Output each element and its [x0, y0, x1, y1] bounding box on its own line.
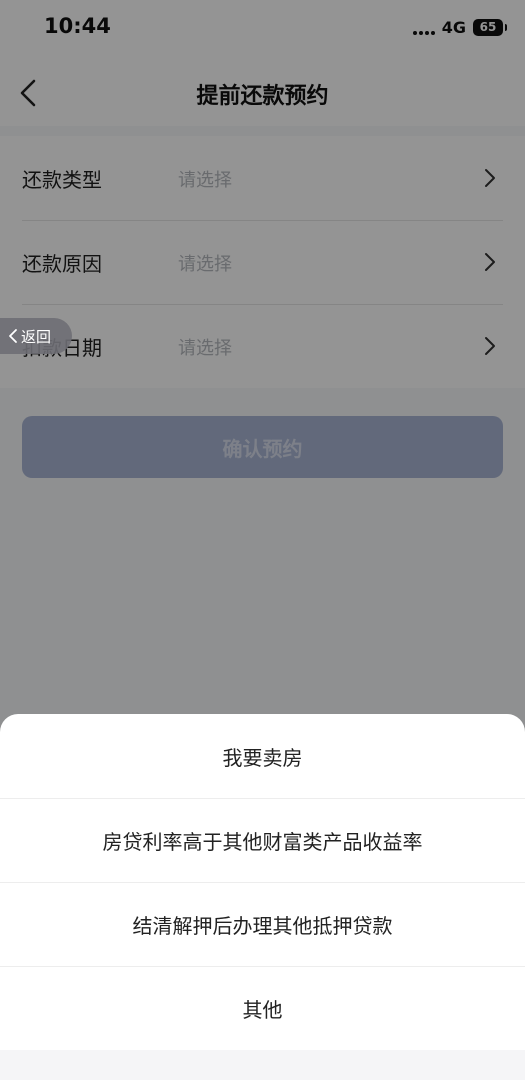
sheet-option-rate-higher[interactable]: 房贷利率高于其他财富类产品收益率 — [0, 798, 525, 882]
sheet-option-other[interactable]: 其他 — [0, 966, 525, 1050]
chevron-left-icon — [9, 329, 17, 343]
floating-back-button[interactable]: 返回 — [0, 318, 72, 354]
reason-action-sheet: 我要卖房 房贷利率高于其他财富类产品收益率 结清解押后办理其他抵押贷款 其他 — [0, 714, 525, 1080]
floating-back-label: 返回 — [21, 327, 52, 346]
sheet-option-sell-house[interactable]: 我要卖房 — [0, 714, 525, 798]
sheet-bottom-spacer — [0, 1050, 525, 1080]
sheet-option-other-mortgage[interactable]: 结清解押后办理其他抵押贷款 — [0, 882, 525, 966]
